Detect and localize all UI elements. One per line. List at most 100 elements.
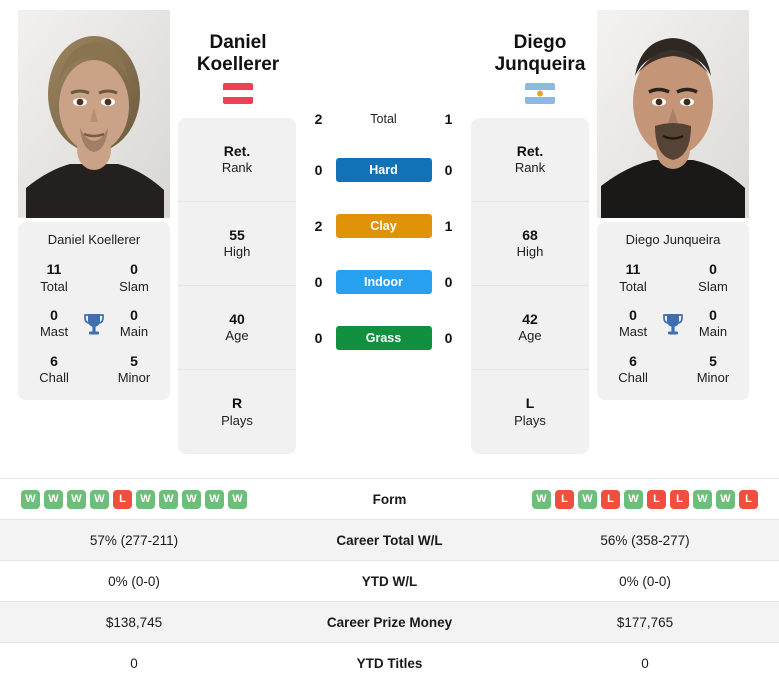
form-badge-win: W	[67, 489, 86, 509]
left-stat-age-label: Age	[225, 328, 249, 344]
right-stat-plays: L Plays	[471, 370, 589, 454]
titles-minor-label: Minor	[696, 370, 730, 385]
left-player-column: Daniel Koellerer 11 Total 0 Slam 0 Mast …	[10, 10, 178, 401]
form-badge-win: W	[159, 489, 178, 509]
row-label-form: Form	[268, 478, 511, 520]
right-player-photo	[597, 10, 749, 218]
titles-minor-value: 5	[130, 352, 138, 369]
left-player-name-label: Daniel Koellerer	[47, 232, 141, 247]
form-badge-win: W	[182, 489, 201, 509]
form-badge-loss: L	[555, 489, 574, 509]
h2h-indoor-right-score: 0	[444, 274, 453, 290]
titles-slam-value: 0	[130, 261, 138, 277]
titles-row-chall-minor: 6 Chall 5 Minor	[24, 353, 164, 387]
table-row-career-total-wl: 57% (277-211) Career Total W/L 56% (358-…	[0, 519, 779, 561]
table-row-career-prize-money: $138,745 Career Prize Money $177,765	[0, 601, 779, 643]
titles-minor-value: 5	[709, 352, 717, 369]
right-player-column: Diego Junqueira 11 Total 0 Slam 0 Mast 0…	[589, 10, 757, 401]
form-badge-loss: L	[670, 489, 689, 509]
form-badge-win: W	[90, 489, 109, 509]
titles-row-total-slam: 11 Total 0 Slam	[24, 261, 164, 295]
titles-slam-label: Slam	[119, 278, 149, 294]
form-badge-win: W	[578, 489, 597, 509]
h2h-total-left-score: 2	[314, 111, 323, 127]
surface-badge-grass[interactable]: Grass	[335, 326, 432, 350]
h2h-total-right-score: 1	[444, 111, 453, 127]
right-form-cell: WLWLWLLWWL	[511, 478, 779, 520]
surface-badge-clay[interactable]: Clay	[335, 214, 432, 238]
titles-chall-label: Chall	[39, 370, 69, 385]
left-career-total-wl: 57% (277-211)	[0, 519, 268, 561]
h2h-row-total: 2 Total 1	[296, 96, 471, 142]
titles-total: 11 Total	[607, 261, 659, 295]
left-stat-high-value: 55	[229, 226, 245, 243]
table-row-form: WWWWLWWWWW Form WLWLWLLWWL	[0, 478, 779, 520]
left-stat-rank: Ret. Rank	[178, 118, 296, 202]
left-player-stats-card: Ret. Rank 55 High 40 Age R Plays	[178, 118, 296, 454]
h2h-row-hard: 0 Hard 0	[296, 142, 471, 198]
titles-main-label: Main	[119, 324, 149, 340]
left-ytd-titles: 0	[0, 642, 268, 684]
h2h-clay-left-score: 2	[314, 218, 323, 234]
form-badge-loss: L	[601, 489, 620, 509]
surface-badge-indoor[interactable]: Indoor	[335, 270, 432, 294]
titles-main-value: 0	[709, 306, 717, 323]
h2h-clay-right-score: 1	[444, 218, 453, 234]
right-career-prize-money: $177,765	[511, 601, 779, 643]
right-stat-high-value: 68	[522, 226, 538, 243]
titles-mast-value: 0	[629, 306, 637, 323]
titles-minor: 5 Minor	[108, 353, 160, 387]
form-badge-win: W	[44, 489, 63, 509]
trophy-icon	[659, 312, 687, 336]
titles-slam: 0 Slam	[687, 261, 739, 295]
titles-minor-label: Minor	[117, 370, 151, 385]
right-stat-age: 42 Age	[471, 286, 589, 370]
h2h-grass-left-score: 0	[314, 330, 323, 346]
right-ytd-titles: 0	[511, 642, 779, 684]
right-stat-plays-label: Plays	[514, 412, 546, 428]
row-label-ytd-titles: YTD Titles	[268, 642, 511, 684]
head-to-head-column: 2 Total 1 0 Hard 0 2 Clay 1 0 Indoor 0 0…	[296, 10, 471, 366]
right-ytd-wl: 0% (0-0)	[511, 560, 779, 602]
titles-slam-label: Slam	[698, 278, 728, 294]
right-stat-age-value: 42	[522, 310, 538, 327]
h2h-total-label: Total	[370, 112, 397, 126]
right-stat-rank-value: Ret.	[516, 142, 544, 159]
left-stat-plays-value: R	[231, 395, 243, 412]
titles-mast-value: 0	[50, 306, 58, 323]
h2h-grass-right-score: 0	[444, 330, 453, 346]
right-stat-rank-label: Rank	[514, 160, 546, 176]
titles-total-label: Total	[619, 278, 647, 294]
table-row-ytd-titles: 0 YTD Titles 0	[0, 642, 779, 684]
form-badge-loss: L	[739, 489, 758, 509]
left-ytd-wl: 0% (0-0)	[0, 560, 268, 602]
right-stat-high-label: High	[516, 244, 544, 260]
titles-mast: 0 Mast	[28, 307, 80, 341]
h2h-row-clay: 2 Clay 1	[296, 198, 471, 254]
titles-mast: 0 Mast	[607, 307, 659, 341]
titles-main: 0 Main	[687, 307, 739, 341]
right-player-stats-column: Ret. Rank 68 High 42 Age L Plays	[471, 10, 589, 454]
h2h-hard-right-score: 0	[444, 162, 453, 178]
titles-row-mast-main: 0 Mast 0 Main	[24, 307, 164, 341]
right-player-titles-card: Diego Junqueira 11 Total 0 Slam 0 Mast 0…	[597, 222, 749, 401]
titles-main: 0 Main	[108, 307, 160, 341]
row-label-ytd-wl: YTD W/L	[268, 560, 511, 602]
titles-main-label: Main	[698, 324, 728, 340]
form-badge-win: W	[716, 489, 735, 509]
titles-total: 11 Total	[28, 261, 80, 295]
form-badge-loss: L	[647, 489, 666, 509]
left-stat-high: 55 High	[178, 202, 296, 286]
right-player-name-label: Diego Junqueira	[625, 232, 721, 247]
form-badge-win: W	[205, 489, 224, 509]
surface-badge-hard[interactable]: Hard	[335, 158, 432, 182]
right-form-strip: WLWLWLLWWL	[511, 489, 779, 509]
titles-chall-value: 6	[629, 352, 637, 369]
form-badge-win: W	[21, 489, 40, 509]
left-player-photo	[18, 10, 170, 218]
player-comparison-header: Daniel Koellerer 11 Total 0 Slam 0 Mast …	[0, 0, 779, 478]
form-badge-win: W	[693, 489, 712, 509]
form-badge-win: W	[228, 489, 247, 509]
left-stat-age-value: 40	[229, 310, 245, 327]
titles-total-label: Total	[40, 278, 68, 294]
